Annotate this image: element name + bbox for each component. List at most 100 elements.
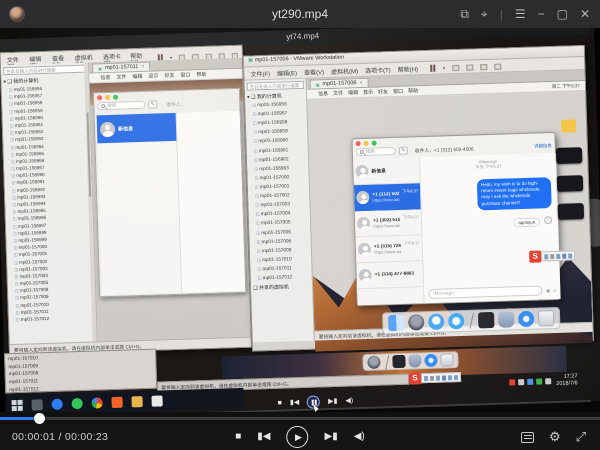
next-button[interactable]: ▶▮: [325, 432, 338, 442]
finder-icon: [388, 315, 404, 331]
pin-icon[interactable]: ⌖: [481, 7, 488, 22]
player-seekzone[interactable]: [0, 412, 600, 424]
mac-menu-item: 帮助: [408, 87, 418, 94]
compose-icon: ✎: [399, 147, 408, 155]
dock-divider: [468, 313, 474, 329]
toolbar-icon: [480, 64, 487, 70]
notification-banner: Messages: [556, 147, 582, 164]
menu-icon[interactable]: ☰: [515, 7, 526, 21]
menu-item: 虚拟机(M): [331, 66, 358, 76]
trash-icon: [538, 310, 554, 326]
mac-menu-item: 窗口: [393, 88, 403, 95]
messages-window-right: 搜索 ✎ 收件人：+1 (312) 502-4506 详细信息: [351, 132, 560, 306]
mac-menu-item: 文件: [116, 73, 126, 80]
safari-icon: [448, 313, 464, 329]
play-button[interactable]: ▶: [287, 426, 309, 448]
playlist-icon[interactable]: [521, 432, 534, 443]
mac-menu-item: 编辑: [348, 89, 358, 96]
avatar: [100, 121, 115, 136]
mac-dock-2: [362, 351, 458, 371]
taskbar-app-icon: [111, 396, 122, 407]
to-field-right: 收件人：+1 (312) 502-4506: [415, 145, 474, 154]
vmware-window-right: ▣ mp01-157006 - VMware Workstation 文件(F)…: [243, 45, 594, 352]
taskbar-app-icon: [151, 395, 162, 406]
mac-menu-item: 好友: [164, 72, 174, 79]
sogou-icon: S: [409, 372, 421, 384]
vm-list-right: mp01-156956mp01-156957mp01-156958mp01-15…: [245, 100, 312, 284]
vm-library-sidebar-left: 在此处输入内容进行搜索 ▾ ❑ 我的计算机 mp01-156956mp01-15…: [1, 63, 98, 345]
maximize-button[interactable]: ▢: [557, 7, 568, 21]
tray-icon: [536, 378, 542, 384]
downloads-stack-icon: [498, 311, 514, 327]
video-player-window: yt290.mp4 ⧉ ⌖ | ☰ − ▢ ✕ yt74.mp4 ▫▫▫ 文件(…: [0, 0, 600, 450]
notification-label: Messages: [520, 152, 541, 158]
avatar: [358, 243, 371, 256]
capture-icon[interactable]: ⧉: [460, 7, 469, 22]
vm-search-input: 在此处输入内容进行搜索: [3, 65, 86, 76]
taskbar-app-icon: [31, 399, 42, 410]
mac-menu-item: 信息: [318, 90, 328, 97]
toolbar-icon: [452, 64, 459, 70]
mac-menu-item: 文件: [333, 90, 343, 97]
taskbar-app-icon: [91, 397, 102, 408]
inner-player-controls: ■ ▮◀ ▶▮ ◀): [277, 391, 370, 412]
settings-gear-icon[interactable]: ⚙: [549, 429, 561, 445]
conversation-list: 新信息 +1 (312) 502-4506: [353, 157, 425, 305]
sogou-strip: [421, 372, 461, 383]
conversation-row: +1 (312) 502-4506 https://new.aashtml.co…: [354, 183, 421, 211]
sogou-toolbar-bottom: S: [409, 371, 461, 385]
close-button[interactable]: ✕: [580, 7, 590, 21]
previous-button[interactable]: ▮◀: [257, 432, 270, 442]
avatar: [355, 165, 368, 178]
tray-icon: [545, 378, 551, 384]
launchpad-icon: [367, 356, 380, 369]
chat-reply-pill: apptojun: [513, 217, 540, 227]
app-store-icon: [518, 311, 534, 327]
sogou-toolbar-small: S: [529, 249, 575, 262]
video-area[interactable]: yt74.mp4 ▫▫▫ 文件(F)编辑(E)查看(V)虚拟机(M)选项卡(T)…: [0, 28, 600, 412]
sogou-icon: S: [529, 250, 541, 262]
messages-window-left: 搜索 ✎ 收件人： 新信息: [93, 88, 246, 298]
inner-next-icon: ▶▮: [328, 397, 337, 405]
vm-library-sidebar-right: 在此处输入内容进行搜索 ▾ ❑ 我的计算机 mp01-156956mp01-15…: [245, 79, 315, 343]
volume-button[interactable]: ◀): [354, 432, 365, 442]
mac-menu-item: 显示: [148, 72, 158, 79]
player-logo-icon: [9, 6, 25, 22]
mac-menu-item: 好友: [378, 88, 388, 95]
mac-menu-item: 信息: [100, 74, 110, 81]
vmware-right-title: mp01-157006 - VMware Workstation: [255, 55, 345, 64]
minimize-button[interactable]: −: [538, 7, 545, 21]
seek-knob[interactable]: [34, 413, 45, 424]
recorded-screen: yt74.mp4 ▫▫▫ 文件(F)编辑(E)查看(V)虚拟机(M)选项卡(T)…: [0, 28, 600, 412]
terminal-icon: [392, 355, 405, 368]
audio-message-icon: ◉: [546, 288, 551, 294]
mac-menu-item: 显示: [363, 89, 373, 96]
notification-area: Messages: [549, 117, 591, 238]
avatar: [356, 191, 369, 204]
compose-icon: ✎: [148, 100, 157, 108]
inner-stop-icon: ■: [278, 399, 282, 406]
player-titlebar: yt290.mp4 ⧉ ⌖ | ☰ − ▢ ✕: [0, 0, 600, 28]
fullscreen-icon[interactable]: ⤢: [576, 429, 586, 445]
tray-icon: [509, 379, 515, 385]
mac-menu-item: 编辑: [132, 73, 142, 80]
conversation-row: +1 (302) 515-5038 https://new.aashtml.co…: [355, 209, 422, 237]
vm-tab: ▣mp01-157006×: [310, 78, 369, 89]
time-display: 00:00:01 / 00:00:23: [12, 431, 108, 443]
new-message-row: 新信息: [97, 113, 177, 143]
terminal-icon: [478, 312, 494, 328]
system-tray: 17:27 2018/7/6: [509, 367, 596, 396]
stop-button[interactable]: ■: [235, 432, 241, 442]
taskbar-app-icon: [131, 396, 142, 407]
search-icon: [360, 150, 364, 154]
seekbar[interactable]: [0, 417, 600, 420]
chat-pane: iMessage 今天 下午6:37 Hello, my wish is to …: [420, 153, 561, 303]
tray-icon: [527, 379, 533, 385]
avatar: [359, 269, 372, 282]
trash-icon: [440, 353, 453, 366]
player-controls: 00:00:01 / 00:00:23 ■ ▮◀ ▶ ▶▮ ◀) ⚙ ⤢: [0, 424, 600, 450]
messages-search-right: 搜索: [356, 147, 396, 156]
tray-icon: [518, 379, 524, 385]
imessage-input: iMessage: [428, 285, 542, 299]
pause-vm-icon: [429, 65, 436, 72]
